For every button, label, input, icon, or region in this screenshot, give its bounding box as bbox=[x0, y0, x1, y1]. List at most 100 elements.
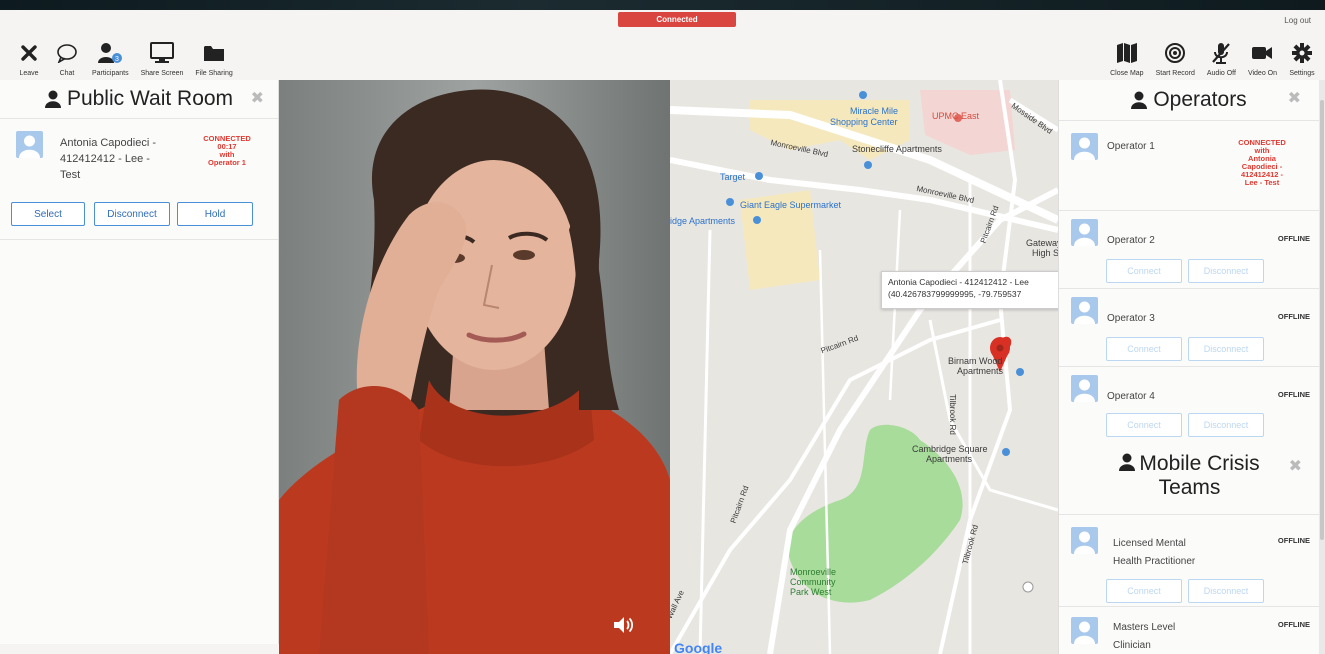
map-label-high: High S bbox=[1032, 248, 1058, 258]
connect-button[interactable]: Connect bbox=[1106, 579, 1182, 603]
crisis-team-status: OFFLINE bbox=[1277, 536, 1310, 545]
start-record-button[interactable]: Start Record bbox=[1150, 40, 1201, 77]
video-on-label: Video On bbox=[1247, 70, 1277, 77]
operators-panel: Operators ✖ Operator 1 CONNECTED with An… bbox=[1058, 80, 1320, 654]
callout-name: Antonia Capodieci - 412412412 - Lee bbox=[888, 277, 1029, 287]
crisis-team-name: Licensed Mental Health Practitioner bbox=[1113, 538, 1196, 567]
share-screen-label: Share Screen bbox=[140, 70, 184, 77]
participants-badge: 3 bbox=[115, 56, 119, 63]
operator-name: Operator 3 bbox=[1107, 313, 1155, 324]
crisis-team-row: Masters Level Clinician OFFLINE bbox=[1059, 606, 1320, 654]
map-label-birnam2: Apartments bbox=[957, 366, 1004, 376]
video-on-button[interactable]: Video On bbox=[1242, 40, 1283, 77]
operator-name: Operator 4 bbox=[1107, 391, 1155, 402]
map-label-birnam: Birnam Wood bbox=[948, 356, 1003, 366]
map-icon bbox=[1116, 43, 1137, 63]
chat-button[interactable]: Chat bbox=[48, 40, 86, 77]
top-banner bbox=[0, 0, 1325, 10]
mobile-crisis-header: Mobile Crisis Teams ✖ bbox=[1059, 444, 1320, 514]
audio-off-button[interactable]: Audio Off bbox=[1201, 40, 1242, 77]
monitor-icon bbox=[149, 42, 174, 63]
operator-status: OFFLINE bbox=[1277, 390, 1310, 399]
operator-name: Operator 1 bbox=[1107, 141, 1155, 152]
wait-room-entry: Antonia Capodieci - 412412412 - Lee - Te… bbox=[0, 118, 278, 240]
mobile-crisis-close-icon[interactable]: ✖ bbox=[1289, 456, 1302, 476]
operator-row: Operator 3 OFFLINE Connect Disconnect bbox=[1059, 288, 1320, 366]
callout-coordinates: (40.426783799999995, -79.759537 bbox=[888, 289, 1022, 299]
operator-status: OFFLINE bbox=[1277, 234, 1310, 243]
operator-status: CONNECTED with Antonia Capodieci - 41241… bbox=[1238, 138, 1286, 187]
user-icon bbox=[1131, 91, 1148, 109]
operator-avatar bbox=[1071, 133, 1098, 160]
map-label-park2: Community bbox=[790, 577, 836, 587]
leave-button[interactable]: Leave bbox=[10, 40, 48, 77]
logout-link[interactable]: Log out bbox=[1284, 16, 1311, 25]
map-label-bridge-apts: idge Apartments bbox=[670, 216, 736, 226]
location-map[interactable]: Miracle Mile Shopping Center UPMC East S… bbox=[670, 80, 1058, 654]
connect-button[interactable]: Connect bbox=[1106, 413, 1182, 437]
disconnect-button[interactable]: Disconnect bbox=[94, 202, 170, 226]
caller-connection-status: CONNECTED 00:17 with Operator 1 bbox=[203, 134, 251, 167]
map-label-cambridge2: Apartments bbox=[926, 454, 973, 464]
google-logo: Google bbox=[674, 640, 723, 654]
map-label-stonecliffe: Stonecliffe Apartments bbox=[852, 144, 942, 154]
mobile-crisis-title-line1: Mobile Crisis bbox=[1059, 452, 1320, 476]
disconnect-button[interactable]: Disconnect bbox=[1188, 259, 1264, 283]
mobile-crisis-title-line2: Teams bbox=[1158, 476, 1221, 499]
map-label-miracle: Miracle Mile bbox=[850, 106, 899, 116]
hold-button[interactable]: Hold bbox=[177, 202, 253, 226]
operators-close-icon[interactable]: ✖ bbox=[1288, 88, 1301, 108]
close-map-button[interactable]: Close Map bbox=[1104, 40, 1149, 77]
operators-title: Operators bbox=[1153, 88, 1247, 111]
participants-icon: 3 bbox=[98, 43, 123, 63]
disconnect-button[interactable]: Disconnect bbox=[1188, 337, 1264, 361]
user-icon bbox=[44, 90, 61, 108]
audio-off-label: Audio Off bbox=[1206, 70, 1236, 77]
operator-name: Operator 2 bbox=[1107, 235, 1155, 246]
chat-icon bbox=[57, 44, 77, 63]
public-wait-room-panel: Public Wait Room ✖ Antonia Capodieci - 4… bbox=[0, 80, 279, 644]
gear-icon bbox=[1292, 43, 1312, 63]
select-button[interactable]: Select bbox=[11, 202, 85, 226]
operator-row: Operator 2 OFFLINE Connect Disconnect bbox=[1059, 210, 1320, 288]
folder-icon bbox=[204, 46, 225, 61]
connection-status-badge: Connected bbox=[618, 12, 736, 27]
wait-room-header: Public Wait Room ✖ bbox=[0, 80, 278, 118]
operators-scrollbar[interactable] bbox=[1319, 80, 1325, 654]
toolbar-right: Close Map Start Record Audio Off Video O… bbox=[1104, 40, 1321, 77]
close-map-label: Close Map bbox=[1110, 70, 1144, 77]
map-label-tilbrook: Tilbrook Rd bbox=[947, 394, 957, 435]
map-label-cambridge: Cambridge Square bbox=[912, 444, 988, 454]
operator-avatar bbox=[1071, 219, 1098, 246]
leave-label: Leave bbox=[19, 70, 39, 77]
video-camera-icon bbox=[1252, 47, 1273, 59]
chat-label: Chat bbox=[59, 70, 75, 77]
record-icon bbox=[1165, 43, 1186, 63]
scrollbar-thumb[interactable] bbox=[1320, 100, 1324, 540]
crisis-team-status: OFFLINE bbox=[1277, 620, 1310, 629]
participants-button[interactable]: 3 Participants bbox=[86, 40, 135, 77]
caller-name: Antonia Capodieci - 412412412 - Lee - Te… bbox=[60, 137, 157, 181]
map-label-shopping: Shopping Center bbox=[830, 117, 898, 127]
wait-room-close-icon[interactable]: ✖ bbox=[251, 88, 264, 108]
map-location-callout: Antonia Capodieci - 412412412 - Lee (40.… bbox=[881, 271, 1058, 309]
video-feed[interactable] bbox=[279, 80, 670, 654]
settings-label: Settings bbox=[1289, 70, 1315, 77]
close-icon bbox=[21, 45, 37, 61]
crisis-team-name: Masters Level Clinician bbox=[1113, 622, 1176, 651]
wait-room-title: Public Wait Room bbox=[66, 87, 234, 110]
disconnect-button[interactable]: Disconnect bbox=[1188, 579, 1264, 603]
map-label-giant-eagle: Giant Eagle Supermarket bbox=[740, 200, 842, 210]
operator-avatar bbox=[1071, 375, 1098, 402]
file-sharing-button[interactable]: File Sharing bbox=[189, 40, 238, 77]
disconnect-button[interactable]: Disconnect bbox=[1188, 413, 1264, 437]
operator-status: OFFLINE bbox=[1277, 312, 1310, 321]
file-sharing-label: File Sharing bbox=[195, 70, 233, 77]
speaker-icon[interactable] bbox=[612, 614, 634, 636]
caller-video-image bbox=[279, 80, 670, 654]
settings-button[interactable]: Settings bbox=[1283, 40, 1321, 77]
connect-button[interactable]: Connect bbox=[1106, 259, 1182, 283]
connect-button[interactable]: Connect bbox=[1106, 337, 1182, 361]
share-screen-button[interactable]: Share Screen bbox=[135, 40, 190, 77]
crisis-team-avatar bbox=[1071, 617, 1098, 644]
